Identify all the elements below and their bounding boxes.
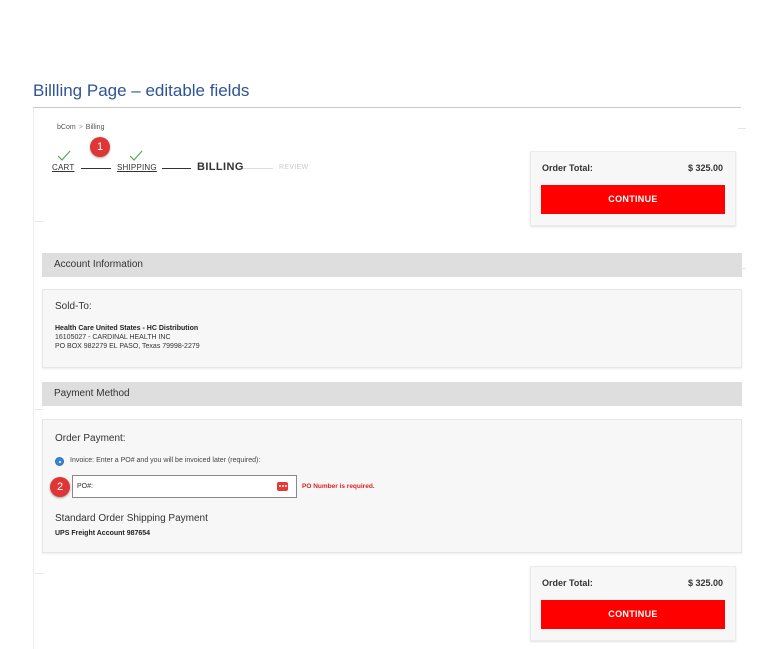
edge-mark xyxy=(35,409,43,410)
radio-selected-icon[interactable] xyxy=(55,457,64,466)
edge-mark xyxy=(738,128,746,129)
payment-panel: Order Payment: Invoice: Enter a PO# and … xyxy=(42,419,742,553)
order-payment-title: Order Payment: xyxy=(55,433,126,444)
order-total-value: $ 325.00 xyxy=(687,163,723,173)
sold-to-title: Sold-To: xyxy=(55,301,92,312)
password-key-icon[interactable] xyxy=(277,482,288,491)
payment-method-header: Payment Method xyxy=(42,382,742,406)
order-total-label: Order Total: xyxy=(542,163,593,173)
continue-button[interactable]: CONTINUE xyxy=(541,185,725,214)
step-connector xyxy=(243,168,273,169)
account-information-header: Account Information xyxy=(42,253,742,277)
slide-title: Billling Page – editable fields xyxy=(33,81,250,100)
breadcrumb-current: Billing xyxy=(85,124,105,131)
shipping-payment-value: UPS Freight Account 987654 xyxy=(55,530,151,537)
sold-to-panel: Sold-To: Health Care United States - HC … xyxy=(42,289,742,368)
order-summary-top: Order Total: $ 325.00 CONTINUE xyxy=(530,151,736,226)
order-total-value: $ 325.00 xyxy=(687,578,723,588)
po-error-message: PO Number is required. xyxy=(302,483,375,490)
step-cart[interactable]: CART xyxy=(52,163,74,172)
step-connector xyxy=(81,168,111,169)
check-icon xyxy=(57,150,71,161)
sold-to-name: Health Care United States - HC Distribut… xyxy=(55,325,199,332)
callout-marker-2: 2 xyxy=(50,477,70,497)
step-billing: BILLING xyxy=(197,161,244,173)
sold-to-address: PO BOX 982279 EL PASO, Texas 79998-2279 xyxy=(55,343,200,350)
breadcrumb: bCom > Billing xyxy=(57,124,104,131)
step-connector xyxy=(162,168,191,169)
breadcrumb-home[interactable]: bCom xyxy=(57,124,76,131)
order-total-label: Order Total: xyxy=(542,578,593,588)
check-icon xyxy=(129,150,143,161)
invoice-option-label[interactable]: Invoice: Enter a PO# and you will be inv… xyxy=(70,457,260,464)
step-shipping[interactable]: SHIPPING xyxy=(117,163,157,172)
shipping-payment-title: Standard Order Shipping Payment xyxy=(55,513,208,524)
po-label: PO#: xyxy=(77,483,93,490)
callout-marker-1: 1 xyxy=(90,137,110,157)
po-number-field[interactable]: PO#: xyxy=(72,475,297,498)
sold-to-account: 16105027 - CARDINAL HEALTH INC xyxy=(55,334,171,341)
order-summary-bottom: Order Total: $ 325.00 CONTINUE xyxy=(530,566,736,641)
edge-mark xyxy=(35,573,43,574)
breadcrumb-separator: > xyxy=(78,124,83,131)
edge-mark xyxy=(35,221,43,222)
continue-button[interactable]: CONTINUE xyxy=(541,600,725,629)
po-number-input[interactable] xyxy=(95,478,265,495)
step-review: REVIEW xyxy=(279,164,309,171)
